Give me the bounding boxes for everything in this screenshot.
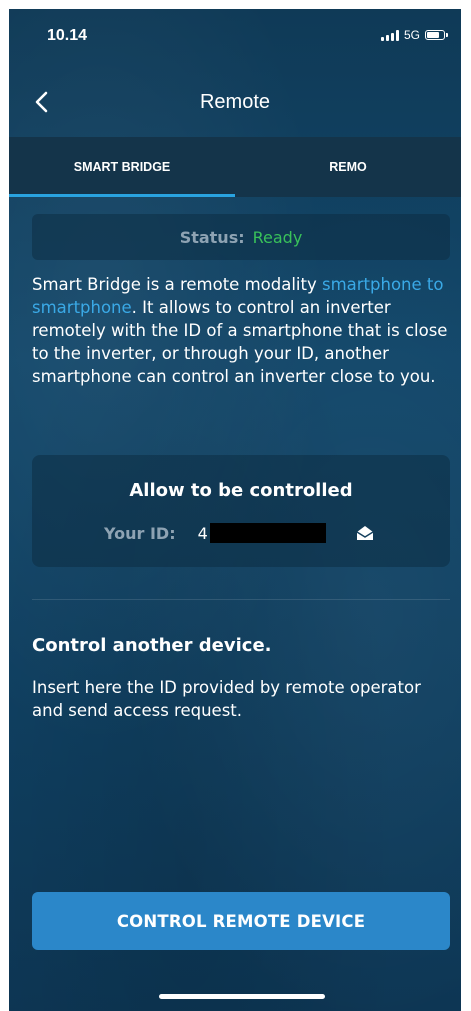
tab-smart-bridge[interactable]: SMART BRIDGE xyxy=(9,137,235,197)
your-id-value: 4 xyxy=(197,523,208,543)
smart-bridge-description: Smart Bridge is a remote modality smartp… xyxy=(32,273,452,388)
page-title: Remote xyxy=(199,91,271,113)
status-panel: Status: Ready xyxy=(32,214,450,260)
home-indicator xyxy=(159,994,325,999)
signal-icon xyxy=(380,29,399,41)
tab-bar: SMART BRIDGE REMO xyxy=(9,137,461,197)
your-id-label: Your ID: xyxy=(104,523,176,543)
control-section-text: Insert here the ID provided by remote op… xyxy=(32,678,421,720)
battery-icon xyxy=(425,30,448,40)
app-screen: 10.14 5G Remote SMART BRIDGE REMO Status… xyxy=(9,9,461,1011)
your-id-row: Your ID: 4 xyxy=(104,523,326,543)
mail-open-icon[interactable] xyxy=(356,525,374,541)
status-time: 10.14 xyxy=(47,27,88,44)
control-remote-device-button[interactable]: CONTROL REMOTE DEVICE xyxy=(32,892,450,950)
control-section-title: Control another device. xyxy=(32,635,272,656)
status-label: Status: xyxy=(179,227,245,247)
section-divider xyxy=(32,599,450,600)
status-indicators: 5G xyxy=(380,28,448,42)
status-value: Ready xyxy=(252,227,303,247)
allow-control-panel: Allow to be controlled Your ID: 4 xyxy=(32,455,450,567)
description-text: Smart Bridge is a remote modality xyxy=(32,275,322,294)
network-label: 5G xyxy=(403,28,420,42)
redacted-id xyxy=(209,523,326,543)
navigation-bar: Remote xyxy=(9,81,461,127)
status-bar: 10.14 5G xyxy=(9,9,461,61)
tab-remo[interactable]: REMO xyxy=(235,137,461,197)
allow-control-title: Allow to be controlled xyxy=(129,480,353,501)
